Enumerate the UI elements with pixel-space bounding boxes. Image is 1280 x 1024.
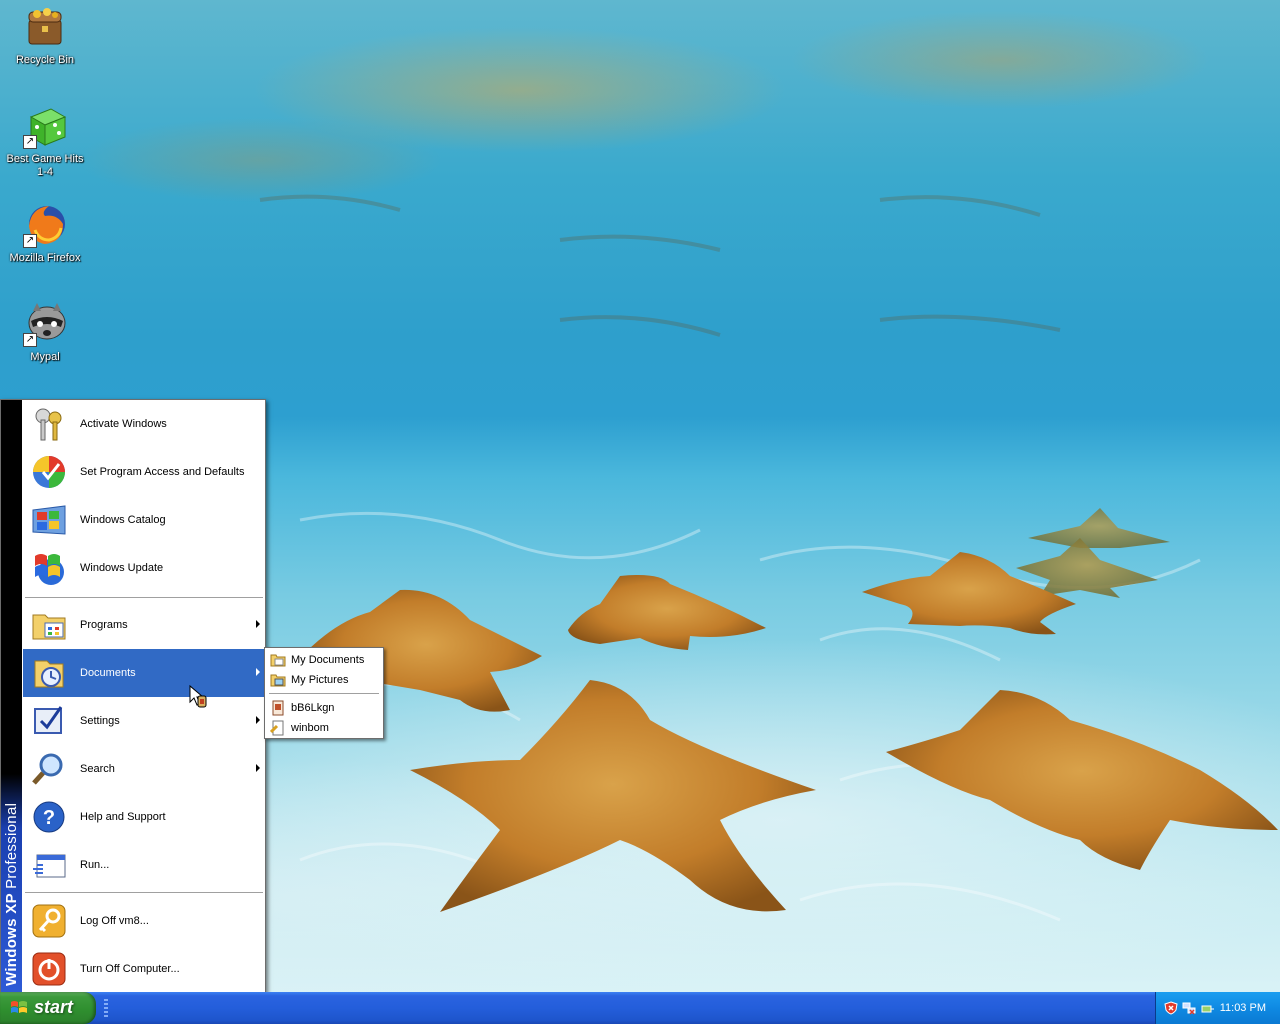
start-button[interactable]: start xyxy=(0,992,96,1024)
menu-item-label: Turn Off Computer... xyxy=(80,963,180,975)
firefox-icon: ↗ xyxy=(21,200,69,248)
menu-item-turn-off-computer[interactable]: Turn Off Computer... xyxy=(23,945,265,993)
start-menu-side-band: Windows XP Professional xyxy=(1,400,22,992)
documents-submenu: My Documents My Pictures bB6Lkgn winbom xyxy=(264,647,384,739)
start-label: start xyxy=(34,997,74,1017)
band-title: Windows XP xyxy=(3,893,20,986)
menu-item-log-off[interactable]: Log Off vm8... xyxy=(23,897,265,945)
menu-item-search[interactable]: Search xyxy=(23,745,265,793)
settings-icon xyxy=(31,703,67,739)
submenu-item-winbom[interactable]: winbom xyxy=(267,718,381,738)
busy-cursor-icon xyxy=(188,684,210,710)
submenu-item-my-pictures[interactable]: My Pictures xyxy=(267,670,381,690)
game-dice-icon: ↗ xyxy=(21,101,69,149)
mypal-raccoon-icon: ↗ xyxy=(21,299,69,347)
submenu-item-label: My Documents xyxy=(291,654,365,666)
submenu-item-label: bB6Lkgn xyxy=(291,702,335,714)
safely-remove-icon[interactable] xyxy=(1200,1001,1214,1015)
windows-edition-banner: Windows XP Professional xyxy=(3,803,20,986)
windows-flag-icon xyxy=(10,999,28,1017)
menu-item-label: Set Program Access and Defaults xyxy=(80,466,245,478)
desktop-icon-best-game-hits[interactable]: ↗ Best Game Hits 1-4 xyxy=(0,101,90,179)
text-file-icon xyxy=(269,720,286,736)
submenu-separator xyxy=(269,693,379,694)
submenu-item-my-documents[interactable]: My Documents xyxy=(267,650,381,670)
network-icon[interactable] xyxy=(1182,1001,1196,1015)
recycle-bin-icon xyxy=(21,2,69,50)
log-off-icon xyxy=(31,903,67,939)
start-menu: Windows XP Professional Activate Windows… xyxy=(0,399,266,993)
desktop-icon-label: Best Game Hits 1-4 xyxy=(6,153,84,178)
submenu-item-label: My Pictures xyxy=(291,674,349,686)
submenu-item-bb6lkgn[interactable]: bB6Lkgn xyxy=(267,698,381,718)
desktop-icon-label: Mozilla Firefox xyxy=(9,252,81,264)
menu-item-label: Help and Support xyxy=(80,811,166,823)
menu-separator xyxy=(25,597,263,599)
desktop-icon-label: Mypal xyxy=(30,351,60,363)
help-icon: ? xyxy=(31,799,67,835)
desktop-icon-mozilla-firefox[interactable]: ↗ Mozilla Firefox xyxy=(0,200,90,265)
menu-item-activate-windows[interactable]: Activate Windows xyxy=(23,400,265,448)
desktop-icon-mypal[interactable]: ↗ Mypal xyxy=(0,299,90,364)
search-icon xyxy=(31,751,67,787)
submenu-arrow-icon xyxy=(256,668,260,676)
shortcut-arrow-icon: ↗ xyxy=(23,135,37,149)
taskbar: start 11:03 PM xyxy=(0,992,1280,1024)
file-icon xyxy=(270,700,286,716)
menu-item-documents[interactable]: Documents xyxy=(23,649,265,697)
svg-text:?: ? xyxy=(43,807,55,829)
submenu-arrow-icon xyxy=(256,620,260,628)
menu-item-set-program-access[interactable]: Set Program Access and Defaults xyxy=(23,448,265,496)
band-edition: Professional xyxy=(3,802,20,889)
security-shield-icon[interactable] xyxy=(1164,1001,1178,1015)
desktop-icon-label: Recycle Bin xyxy=(15,54,75,66)
menu-item-windows-update[interactable]: Windows Update xyxy=(23,544,265,592)
menu-item-windows-catalog[interactable]: Windows Catalog xyxy=(23,496,265,544)
submenu-arrow-icon xyxy=(256,764,260,772)
toolbar-grip[interactable] xyxy=(104,999,108,1017)
menu-item-label: Log Off vm8... xyxy=(80,915,149,927)
menu-item-label: Search xyxy=(80,763,115,775)
submenu-arrow-icon xyxy=(256,716,260,724)
menu-item-label: Windows Catalog xyxy=(80,514,166,526)
menu-item-help-and-support[interactable]: ? Help and Support xyxy=(23,793,265,841)
windows-catalog-icon xyxy=(31,502,67,538)
power-icon xyxy=(31,951,67,987)
folder-documents-icon xyxy=(270,652,286,668)
windows-update-icon xyxy=(31,550,67,586)
documents-icon xyxy=(31,655,67,691)
taskbar-clock[interactable]: 11:03 PM xyxy=(1220,1002,1266,1014)
programs-icon xyxy=(31,607,67,643)
menu-item-label: Documents xyxy=(80,667,136,679)
folder-pictures-icon xyxy=(270,672,286,688)
menu-item-label: Windows Update xyxy=(80,562,164,574)
run-icon xyxy=(31,847,67,883)
menu-item-settings[interactable]: Settings xyxy=(23,697,265,745)
menu-item-programs[interactable]: Programs xyxy=(23,601,265,649)
shortcut-arrow-icon: ↗ xyxy=(23,234,37,248)
menu-item-label: Programs xyxy=(80,619,128,631)
menu-item-run[interactable]: Run... xyxy=(23,841,265,889)
desktop-icon-recycle-bin[interactable]: Recycle Bin xyxy=(0,2,90,67)
program-access-icon xyxy=(31,454,67,490)
menu-item-label: Activate Windows xyxy=(80,418,167,430)
keys-icon xyxy=(31,406,67,442)
menu-separator xyxy=(25,892,263,894)
menu-item-label: Settings xyxy=(80,715,120,727)
submenu-item-label: winbom xyxy=(291,722,329,734)
shortcut-arrow-icon: ↗ xyxy=(23,333,37,347)
menu-item-label: Run... xyxy=(80,859,110,871)
system-tray: 11:03 PM xyxy=(1155,992,1280,1024)
